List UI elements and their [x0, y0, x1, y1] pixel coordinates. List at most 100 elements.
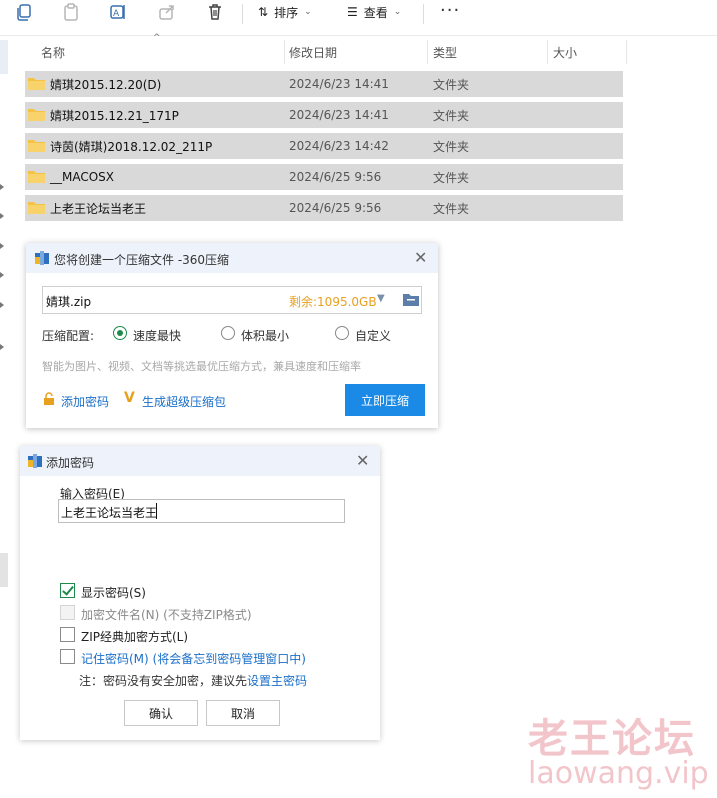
- sort-icon: ⇅: [258, 5, 269, 19]
- radio-size-smallest[interactable]: [221, 326, 235, 340]
- file-name: 上老王论坛当老王: [50, 201, 147, 216]
- nav-pane-item[interactable]: [0, 553, 8, 587]
- archive-name-input[interactable]: 婧琪.zip 剩余:1095.0GB ▼: [42, 286, 422, 314]
- password-input[interactable]: 上老王论坛当老王: [58, 499, 345, 523]
- sort-caret-icon: ^: [153, 33, 161, 43]
- more-options-button[interactable]: ···: [440, 0, 460, 21]
- show-password-label: 显示密码(S): [81, 586, 146, 600]
- browse-folder-icon[interactable]: [403, 293, 419, 306]
- cancel-button[interactable]: 取消: [206, 700, 280, 726]
- expand-arrow-icon[interactable]: [0, 272, 4, 278]
- file-name: 诗茵(婧琪)2018.12.02_211P: [50, 139, 213, 154]
- column-divider[interactable]: [284, 40, 285, 64]
- folder-icon: [28, 140, 45, 152]
- svg-text:A: A: [113, 9, 120, 19]
- column-divider[interactable]: [427, 40, 428, 64]
- zip-classic-label: ZIP经典加密方式(L): [81, 630, 189, 644]
- radio-label-speed: 速度最快: [133, 329, 182, 343]
- compress-now-button[interactable]: 立即压缩: [345, 384, 425, 416]
- chevron-down-icon[interactable]: ▼: [377, 293, 385, 304]
- share-icon[interactable]: [157, 2, 179, 22]
- rename-icon[interactable]: A: [108, 2, 130, 22]
- file-row[interactable]: 婧琪2015.12.20(D) 2024/6/23 14:41 文件夹: [25, 71, 623, 97]
- file-row[interactable]: 婧琪2015.12.21_171P 2024/6/23 14:41 文件夹: [25, 102, 623, 128]
- ok-button[interactable]: 确认: [124, 700, 198, 726]
- toolbar: A ⇅ 排序 ⌄ ☰ 查看 ⌄ ···: [0, 0, 717, 36]
- security-note-text: 注：密码没有安全加密，建议先: [79, 674, 248, 688]
- remember-password-checkbox[interactable]: [60, 649, 75, 664]
- radio-label-custom: 自定义: [355, 329, 392, 343]
- close-icon[interactable]: ✕: [414, 248, 427, 267]
- lock-icon: [44, 392, 54, 405]
- delete-icon[interactable]: [205, 2, 227, 22]
- expand-arrow-icon[interactable]: [0, 243, 4, 249]
- view-label: 查看: [363, 5, 388, 20]
- file-name: 婧琪2015.12.20(D): [50, 77, 162, 92]
- expand-arrow-icon[interactable]: [0, 184, 4, 190]
- file-name: 婧琪2015.12.21_171P: [50, 108, 179, 123]
- encrypt-filename-checkbox[interactable]: [60, 605, 75, 620]
- file-type: 文件夹: [433, 77, 470, 92]
- expand-arrow-icon[interactable]: [0, 302, 4, 308]
- folder-icon: [28, 202, 45, 214]
- view-button[interactable]: ☰ 查看 ⌄: [347, 2, 401, 22]
- toolbar-divider: [242, 4, 243, 24]
- folder-icon: [28, 78, 45, 90]
- radio-speed-fastest[interactable]: [113, 326, 127, 340]
- paste-icon[interactable]: [61, 2, 83, 22]
- add-password-link[interactable]: 添加密码: [61, 393, 109, 410]
- radio-label-size: 体积最小: [241, 329, 290, 343]
- folder-icon: [28, 171, 45, 183]
- column-header-type[interactable]: 类型: [433, 40, 457, 64]
- folder-icon: [28, 109, 45, 121]
- column-header-modified[interactable]: 修改日期: [289, 40, 337, 64]
- compress-hint: 智能为图片、视频、文档等挑选最优压缩方式，兼具速度和压缩率: [42, 360, 361, 373]
- view-icon: ☰: [347, 5, 358, 19]
- compress-dialog-title: 您将创建一个压缩文件 -360压缩: [54, 253, 230, 267]
- compress-config-label: 压缩配置:: [42, 329, 95, 343]
- column-divider[interactable]: [547, 40, 548, 64]
- file-row[interactable]: 上老王论坛当老王 2024/6/25 9:56 文件夹: [25, 195, 623, 221]
- column-divider[interactable]: [626, 40, 627, 64]
- radio-custom[interactable]: [335, 326, 349, 340]
- expand-arrow-icon[interactable]: [0, 213, 4, 219]
- 360-zip-logo-icon: [35, 251, 49, 265]
- sort-label: 排序: [274, 5, 299, 20]
- close-icon[interactable]: ✕: [356, 451, 369, 470]
- text-caret: [156, 503, 157, 519]
- watermark-url: laowang.vip: [528, 756, 709, 791]
- file-row[interactable]: __MACOSX 2024/6/25 9:56 文件夹: [25, 164, 623, 190]
- file-type: 文件夹: [433, 170, 470, 185]
- file-type: 文件夹: [433, 108, 470, 123]
- file-type: 文件夹: [433, 139, 470, 154]
- file-date: 2024/6/23 14:42: [289, 139, 389, 153]
- archive-name-value: 婧琪.zip: [46, 295, 92, 309]
- toolbar-divider: [423, 4, 424, 24]
- sort-button[interactable]: ⇅ 排序 ⌄: [258, 2, 312, 22]
- nav-pane-selected[interactable]: [0, 40, 8, 74]
- column-header-name[interactable]: 名称: [41, 40, 65, 64]
- super-package-v-icon: V: [124, 390, 135, 406]
- password-value: 上老王论坛当老王: [61, 506, 158, 520]
- compress-dialog-titlebar[interactable]: 您将创建一个压缩文件 -360压缩 ✕: [26, 243, 438, 273]
- compress-dialog: 您将创建一个压缩文件 -360压缩 ✕ 婧琪.zip 剩余:1095.0GB ▼…: [26, 243, 438, 428]
- expand-arrow-icon[interactable]: [0, 344, 4, 350]
- password-dialog-titlebar[interactable]: 添加密码 ✕: [20, 446, 380, 476]
- chevron-down-icon: ⌄: [304, 7, 312, 17]
- set-master-password-link[interactable]: 设置主密码: [247, 674, 307, 688]
- file-row[interactable]: 诗茵(婧琪)2018.12.02_211P 2024/6/23 14:42 文件…: [25, 133, 623, 159]
- file-date: 2024/6/25 9:56: [289, 170, 382, 184]
- column-header-size[interactable]: 大小: [553, 40, 577, 64]
- file-date: 2024/6/23 14:41: [289, 77, 389, 91]
- super-package-link[interactable]: 生成超级压缩包: [142, 393, 226, 410]
- chevron-down-icon: ⌄: [393, 7, 402, 17]
- password-dialog: 添加密码 ✕ 输入密码(E) 上老王论坛当老王 显示密码(S) 加密文件名(N)…: [20, 446, 380, 740]
- security-note: 注：密码没有安全加密，建议先设置主密码: [79, 672, 307, 689]
- file-date: 2024/6/25 9:56: [289, 201, 382, 215]
- show-password-checkbox[interactable]: [60, 583, 75, 598]
- copy-icon[interactable]: [14, 2, 36, 22]
- 360-zip-logo-icon: [28, 454, 42, 468]
- zip-classic-checkbox[interactable]: [60, 627, 75, 642]
- encrypt-filename-label: 加密文件名(N) (不支持ZIP格式): [81, 608, 252, 622]
- password-dialog-title: 添加密码: [46, 456, 95, 470]
